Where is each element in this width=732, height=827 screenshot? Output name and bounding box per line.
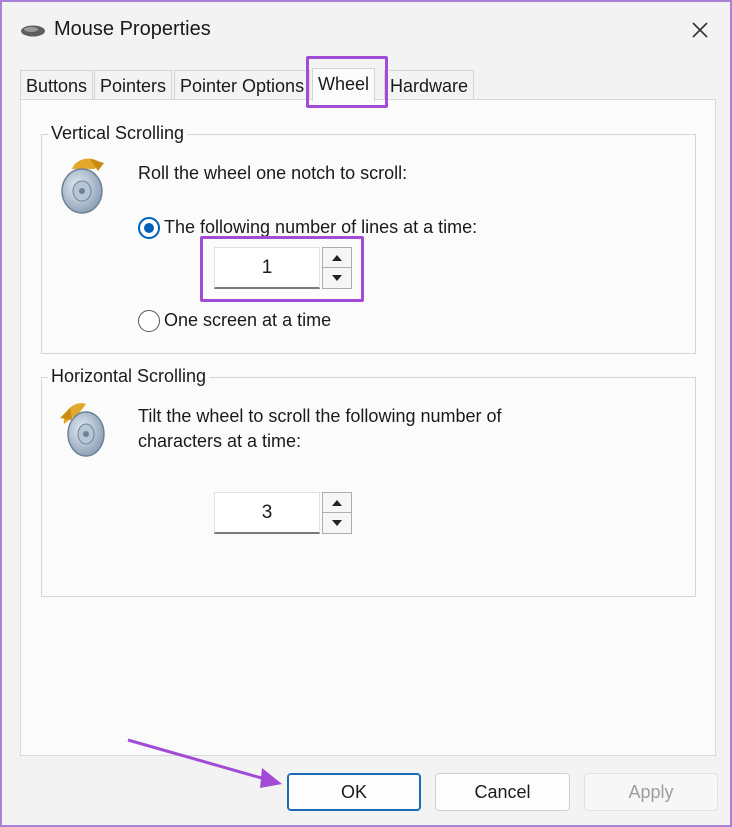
close-icon: [692, 22, 708, 38]
close-button[interactable]: [676, 8, 724, 52]
window-title: Mouse Properties: [54, 18, 211, 40]
one-screen-label[interactable]: One screen at a time: [164, 310, 331, 331]
horizontal-scrolling-title: Horizontal Scrolling: [48, 366, 210, 387]
annotation-arrow-icon: [127, 738, 282, 788]
mouse-icon: [21, 25, 45, 37]
chars-input[interactable]: 3: [214, 492, 320, 534]
tab-pointers[interactable]: Pointers: [94, 70, 173, 100]
mouse-wheel-vertical-icon: [61, 158, 104, 214]
ok-button[interactable]: OK: [287, 773, 421, 811]
mouse-wheel-horizontal-icon: [60, 403, 105, 457]
horizontal-scrolling-group: Horizontal Scrolling Tilt the wheel to s…: [41, 366, 696, 597]
arrow-down-icon: [332, 520, 342, 526]
chars-spinner: 3: [214, 492, 352, 534]
tab-hardware[interactable]: Hardware: [384, 70, 475, 100]
vertical-scrolling-title: Vertical Scrolling: [48, 123, 188, 144]
vertical-scrolling-group: Vertical Scrolling Roll the wheel one no…: [41, 123, 696, 354]
horizontal-instruction-line2: characters at a time:: [138, 431, 302, 451]
tab-buttons[interactable]: Buttons: [20, 70, 94, 100]
horizontal-instruction-line1: Tilt the wheel to scroll the following n…: [138, 406, 502, 426]
arrow-up-icon: [332, 499, 342, 506]
one-screen-radio[interactable]: [138, 310, 160, 332]
lines-at-a-time-radio[interactable]: [138, 217, 160, 239]
tab-pointer-options[interactable]: Pointer Options: [174, 70, 311, 100]
wheel-tab-panel: Vertical Scrolling Roll the wheel one no…: [20, 99, 716, 756]
vertical-instruction: Roll the wheel one notch to scroll:: [138, 163, 408, 183]
lines-spinner-highlight-box: [200, 236, 364, 302]
apply-button[interactable]: Apply: [584, 773, 718, 811]
cancel-button[interactable]: Cancel: [435, 773, 570, 811]
chars-decrement-button[interactable]: [323, 513, 351, 533]
chars-spinner-buttons: [322, 492, 352, 534]
mouse-properties-window: Mouse Properties Buttons Pointers Pointe…: [0, 0, 732, 827]
lines-at-a-time-label[interactable]: The following number of lines at a time:: [164, 217, 477, 238]
title-bar: Mouse Properties: [2, 2, 730, 60]
chars-increment-button[interactable]: [323, 493, 351, 513]
wheel-tab-highlight-box: [306, 56, 388, 108]
